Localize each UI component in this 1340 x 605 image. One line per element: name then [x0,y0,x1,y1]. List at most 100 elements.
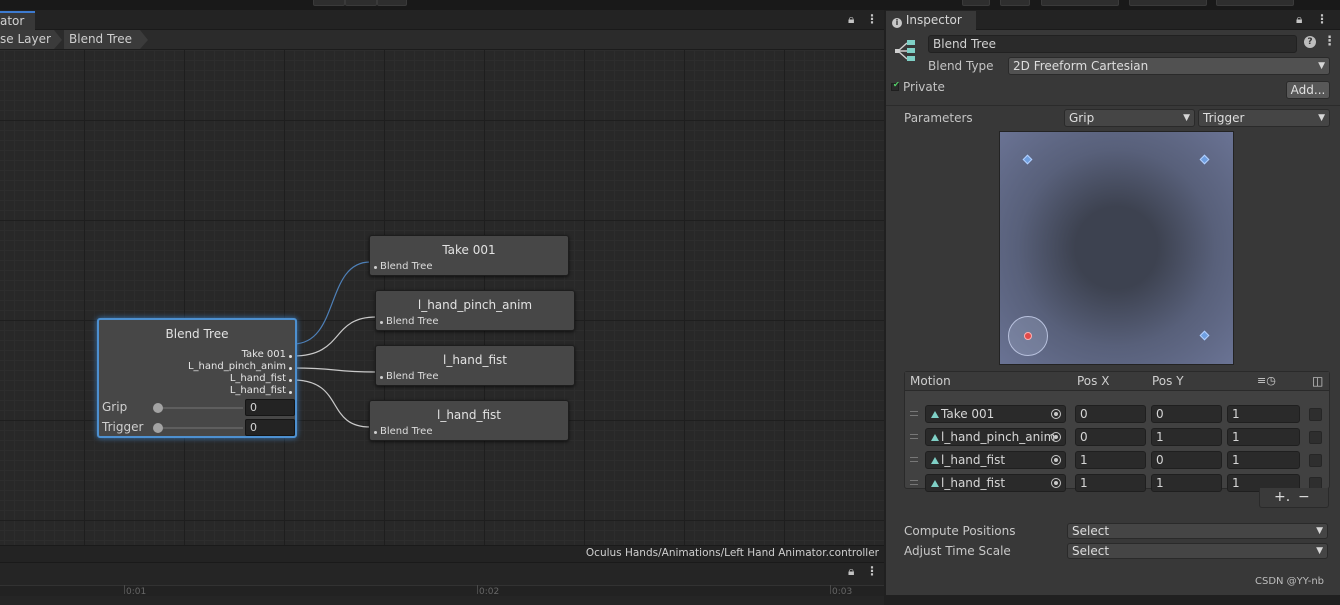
motion-node[interactable]: l_hand_fist Blend Tree [369,400,569,441]
output-port[interactable] [289,367,292,370]
output-port[interactable] [289,391,292,394]
mirror-checkbox[interactable] [1309,454,1322,467]
timeline-tick-label: 0:02 [479,587,500,597]
breadcrumb-separator [54,30,62,49]
drag-handle-icon[interactable] [910,434,918,439]
drag-handle-icon[interactable] [910,411,918,416]
lock-icon[interactable]: 🔒︎ [1296,12,1302,27]
param-y-dropdown[interactable]: Trigger ▼ [1198,109,1330,127]
trigger-value-field[interactable]: 0 [245,419,295,436]
link-take001 [292,261,371,345]
posx-field[interactable]: 0 [1075,405,1146,423]
motion-object-field[interactable]: l_hand_fist [925,451,1066,469]
motion-node-title: Take 001 [442,243,496,257]
posy-field[interactable]: 1 [1151,474,1222,492]
motion-row[interactable]: l_hand_pinch_anim 0 1 1 [905,426,1329,449]
param-x-value: Grip [1069,111,1095,125]
chevron-down-icon: ▼ [1183,113,1190,123]
posx-field[interactable]: 1 [1075,474,1146,492]
posx-field[interactable]: 1 [1075,451,1146,469]
object-picker-icon[interactable] [1051,478,1061,488]
breadcrumb-item-layer[interactable]: se Layer [0,30,54,49]
compute-positions-dropdown[interactable]: Select ▼ [1067,523,1328,539]
drag-handle-icon[interactable] [910,480,918,485]
motion-object-field[interactable]: l_hand_fist [925,474,1066,492]
blend-point[interactable] [1022,154,1033,165]
blend-tree-node[interactable]: Blend Tree Take 001 L_hand_pinch_anim L_… [97,318,297,438]
drag-handle-icon[interactable] [910,457,918,462]
param-x-dropdown[interactable]: Grip ▼ [1064,109,1195,127]
object-picker-icon[interactable] [1051,455,1061,465]
toolbar-button[interactable] [345,0,377,6]
inspector-tabbar: i Inspector 🔒︎ ⋮ [886,10,1340,30]
blend-point[interactable] [1199,154,1210,165]
tab-inspector[interactable]: i Inspector [886,11,976,30]
grip-value-field[interactable]: 0 [245,399,295,416]
posy-field[interactable]: 0 [1151,405,1222,423]
posx-field[interactable]: 0 [1075,428,1146,446]
timeline-panel[interactable]: 🔒︎ ⋮ 0:01 0:02 0:03 [0,562,884,605]
remove-motion-button[interactable]: − [1298,489,1310,505]
time-scale-field[interactable]: 1 [1227,405,1300,423]
object-picker-icon[interactable] [1051,432,1061,442]
output-port[interactable] [289,355,292,358]
motion-node[interactable]: l_hand_pinch_anim Blend Tree [375,290,575,331]
lock-icon[interactable]: 🔒︎ [848,12,854,27]
mirror-checkbox[interactable] [1309,431,1322,444]
toolbar-button[interactable] [377,0,407,6]
mirror-checkbox[interactable] [1309,408,1322,421]
lock-icon[interactable]: 🔒︎ [848,564,854,579]
blend-point[interactable] [1199,330,1210,341]
add-component-button[interactable]: Add... [1286,81,1330,99]
time-scale-field[interactable]: 1 [1227,451,1300,469]
animator-graph-canvas[interactable]: Blend Tree Take 001 L_hand_pinch_anim L_… [0,50,884,545]
timeline-tick [124,585,125,594]
tab-animator[interactable]: ator [0,11,35,30]
settings-menu-icon[interactable]: ⋮ [1323,34,1336,49]
motion-object-field[interactable]: l_hand_pinch_anim [925,428,1066,446]
motion-node[interactable]: l_hand_fist Blend Tree [375,345,575,386]
threshold-speed-icon: ≡◷ [1257,374,1276,387]
toolbar-button[interactable] [1041,0,1119,6]
motion-node[interactable]: Take 001 Blend Tree [369,235,569,276]
parameters-label: Parameters [904,111,973,125]
kebab-menu-icon[interactable]: ⋮ [866,564,878,578]
divider [886,105,1340,106]
grip-slider[interactable] [153,403,243,413]
breadcrumb-item-blend-tree[interactable]: Blend Tree [64,30,140,49]
current-blend-position[interactable] [1008,316,1048,356]
toolbar-button[interactable] [1000,0,1030,6]
toolbar-button[interactable] [313,0,345,6]
toolbar-button[interactable] [1129,0,1207,6]
output-port[interactable] [289,379,292,382]
add-motion-button[interactable]: +. [1274,489,1290,505]
chevron-down-icon: ▼ [1316,546,1323,556]
link-fist-2 [292,379,371,428]
motion-row[interactable]: Take 001 0 0 1 [905,403,1329,426]
blend-space-graph[interactable] [999,131,1234,365]
private-checkbox[interactable]: ✔ [891,80,900,91]
blend-type-dropdown[interactable]: 2D Freeform Cartesian ▼ [1008,57,1330,75]
motion-object-field[interactable]: Take 001 [925,405,1066,423]
posx-column-header: Pos X [1077,374,1110,388]
slider-knob[interactable] [153,423,163,433]
object-picker-icon[interactable] [1051,409,1061,419]
timeline-tick [477,585,478,594]
toolbar-button[interactable] [962,0,990,6]
animator-status-bar: Oculus Hands/Animations/Left Hand Animat… [0,545,884,562]
param-trigger-label: Trigger [102,420,144,434]
output-port-label: L_hand_fist [229,385,286,396]
motion-name: Take 001 [941,407,995,421]
toolbar-button[interactable] [1216,0,1294,6]
slider-knob[interactable] [153,403,163,413]
time-scale-field[interactable]: 1 [1227,428,1300,446]
adjust-time-scale-dropdown[interactable]: Select ▼ [1067,543,1328,559]
help-icon[interactable]: ? [1304,36,1316,48]
blend-tree-name-field[interactable]: Blend Tree [928,35,1297,53]
posy-field[interactable]: 0 [1151,451,1222,469]
posy-field[interactable]: 1 [1151,428,1222,446]
motion-row[interactable]: l_hand_fist 1 0 1 [905,449,1329,472]
kebab-menu-icon[interactable]: ⋮ [1316,12,1328,26]
trigger-slider[interactable] [153,423,243,433]
kebab-menu-icon[interactable]: ⋮ [866,12,878,26]
